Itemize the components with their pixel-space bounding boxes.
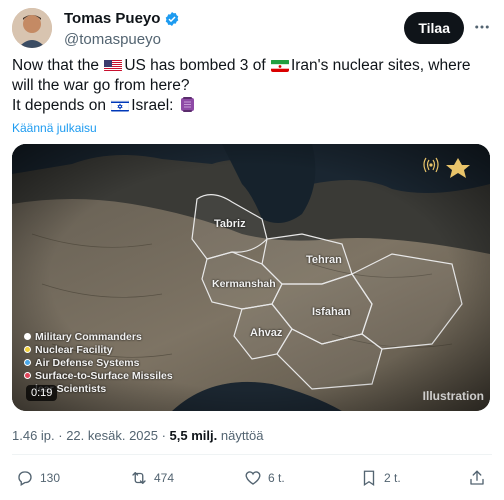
map-label-tehran: Tehran — [306, 254, 342, 266]
share-button[interactable] — [468, 466, 486, 490]
video-player[interactable]: Tabriz Tehran Kermanshah Isfahan Ahvaz M… — [12, 144, 490, 411]
tweet-meta: 1.46 ip. · 22. kesäk. 2025 · 5,5 milj. n… — [12, 428, 264, 443]
translate-link[interactable]: Käännä julkaisu — [12, 121, 97, 135]
legend-dot — [24, 359, 31, 366]
reply-button[interactable]: 130 — [16, 466, 60, 490]
video-timestamp: 0:19 — [26, 385, 58, 401]
tweet-timestamp[interactable]: 1.46 ip. · 22. kesäk. 2025 · — [12, 428, 170, 443]
illustration-watermark: Illustration — [422, 389, 484, 403]
avatar[interactable] — [12, 8, 52, 48]
author-name[interactable]: Tomas Pueyo — [64, 10, 180, 27]
tweet-text: Now that the US has bombed 3 of Iran's n… — [12, 57, 471, 114]
heart-icon — [245, 471, 261, 485]
repost-button[interactable]: 474 — [130, 466, 174, 490]
scroll-emoji-icon — [179, 96, 196, 113]
bookmark-button[interactable]: 2 t. — [360, 466, 401, 490]
legend-item: Military Commanders — [24, 330, 173, 343]
share-icon — [470, 470, 484, 485]
legend-item: Surface-to-Surface Missiles — [24, 369, 173, 382]
action-bar: 130 474 6 t. 2 t. — [12, 466, 492, 490]
legend-item: Air Defense Systems — [24, 356, 173, 369]
legend-dot — [24, 346, 31, 353]
israel-flag-icon — [111, 99, 130, 112]
view-count: 5,5 milj. — [169, 428, 218, 443]
more-options-icon[interactable] — [472, 18, 492, 38]
map-label-kermanshah: Kermanshah — [212, 278, 276, 290]
us-flag-icon — [104, 59, 123, 72]
legend-dot — [24, 333, 31, 340]
map-label-ahvaz: Ahvaz — [250, 327, 283, 339]
map-label-isfahan: Isfahan — [312, 306, 351, 318]
repost-icon — [132, 472, 146, 484]
follow-button[interactable]: Tilaa — [404, 12, 464, 44]
idf-logo-icon — [420, 154, 472, 187]
author-handle[interactable]: @tomaspueyo — [64, 31, 161, 48]
reply-icon — [18, 471, 32, 486]
verified-badge-icon — [166, 11, 179, 26]
like-button[interactable]: 6 t. — [244, 466, 285, 490]
iran-flag-icon — [270, 59, 289, 72]
map-label-tabriz: Tabriz — [214, 218, 246, 230]
legend-item: Nuclear Facility — [24, 343, 173, 356]
legend-dot — [24, 372, 31, 379]
tweet-header: Tomas Pueyo @tomaspueyo Tilaa — [12, 8, 492, 52]
divider — [12, 454, 492, 455]
bookmark-icon — [363, 470, 375, 487]
